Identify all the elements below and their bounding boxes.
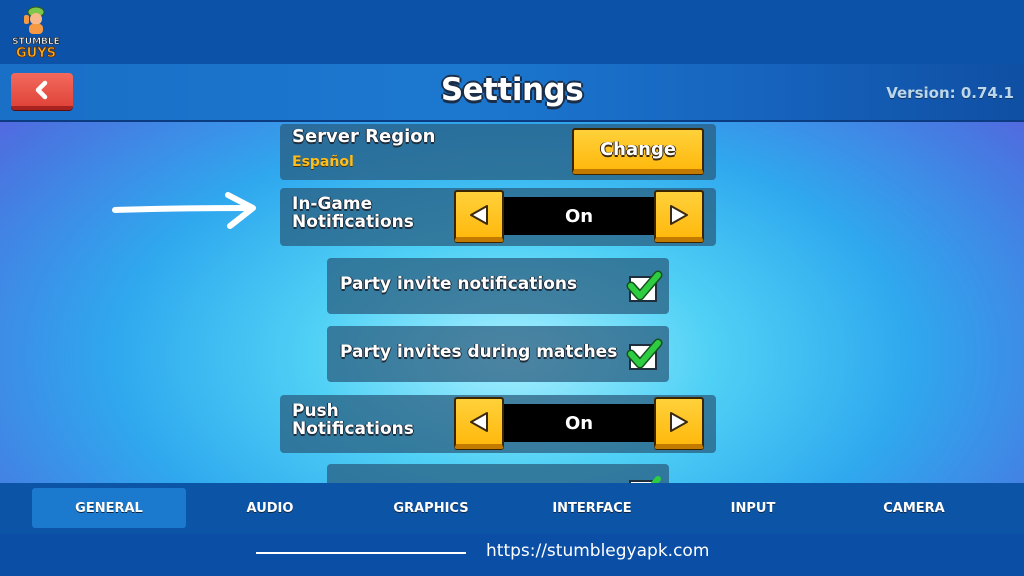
footer-divider bbox=[256, 552, 466, 554]
arrow-annotation-icon bbox=[110, 192, 260, 240]
triangle-left-icon bbox=[470, 411, 488, 432]
in-game-notifications-label: In-Game Notifications bbox=[292, 194, 414, 232]
party-invites-during-matches-checkbox[interactable] bbox=[625, 336, 663, 372]
in-game-notifications-value: On bbox=[502, 197, 656, 235]
party-invite-notifications-row[interactable]: Party invite notifications bbox=[327, 258, 669, 314]
party-invites-during-matches-row[interactable]: Party invites during matches bbox=[327, 326, 669, 382]
server-region-row: Server Region Español Change bbox=[280, 124, 716, 180]
footer: https://stumblegyapk.com bbox=[0, 534, 1024, 576]
tab-camera[interactable]: CAMERA bbox=[837, 488, 991, 528]
party-invites-during-matches-label: Party invites during matches bbox=[340, 342, 618, 362]
change-region-button[interactable]: Change bbox=[572, 128, 704, 174]
game-screen: Settings Version: 0.74.1 Server Region E… bbox=[0, 64, 1024, 534]
push-notifications-prev-button[interactable] bbox=[454, 397, 504, 449]
top-banner: STUMBLE GUYS bbox=[0, 0, 1024, 64]
party-invite-notifications-checkbox[interactable] bbox=[625, 268, 663, 304]
server-region-label: Server Region bbox=[292, 126, 436, 147]
in-game-notifications-next-button[interactable] bbox=[654, 190, 704, 242]
stumble-guys-logo: STUMBLE GUYS bbox=[10, 2, 62, 61]
in-game-notifications-prev-button[interactable] bbox=[454, 190, 504, 242]
push-notifications-label: Push Notifications bbox=[292, 401, 414, 439]
tab-general[interactable]: GENERAL bbox=[32, 488, 186, 528]
settings-header: Settings Version: 0.74.1 bbox=[0, 64, 1024, 122]
in-game-notifications-row: In-Game Notifications On bbox=[280, 188, 716, 246]
push-notifications-next-button[interactable] bbox=[654, 397, 704, 449]
tab-interface[interactable]: INTERFACE bbox=[515, 488, 669, 528]
tab-audio[interactable]: AUDIO bbox=[193, 488, 347, 528]
tab-graphics[interactable]: GRAPHICS bbox=[354, 488, 508, 528]
version-label: Version: 0.74.1 bbox=[886, 84, 1014, 102]
tab-input[interactable]: INPUT bbox=[676, 488, 830, 528]
page-title: Settings bbox=[440, 72, 584, 108]
server-region-value: Español bbox=[292, 154, 354, 170]
triangle-right-icon bbox=[670, 204, 688, 225]
checkmark-icon bbox=[626, 338, 663, 370]
push-notifications-value: On bbox=[502, 404, 656, 442]
settings-tab-bar: GENERAL AUDIO GRAPHICS INTERFACE INPUT C… bbox=[0, 483, 1024, 534]
triangle-left-icon bbox=[470, 204, 488, 225]
checkmark-icon bbox=[626, 270, 663, 302]
footer-url[interactable]: https://stumblegyapk.com bbox=[486, 541, 709, 561]
triangle-right-icon bbox=[670, 411, 688, 432]
party-invite-notifications-label: Party invite notifications bbox=[340, 274, 578, 294]
push-notifications-row: Push Notifications On bbox=[280, 395, 716, 453]
svg-text:GUYS: GUYS bbox=[16, 46, 56, 60]
